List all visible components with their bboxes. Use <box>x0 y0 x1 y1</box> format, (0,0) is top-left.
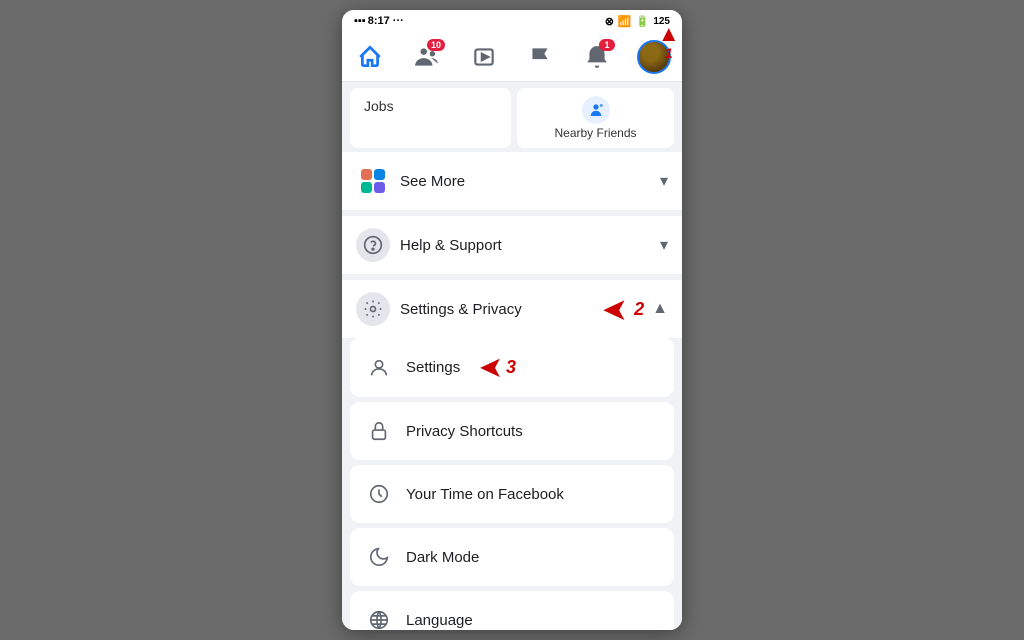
no-wifi-icon: ⊗ <box>605 15 614 28</box>
jobs-label: Jobs <box>364 98 394 114</box>
globe-icon <box>368 609 390 630</box>
privacy-shortcuts-icon <box>364 416 394 446</box>
jobs-menu-item[interactable]: Jobs <box>350 88 511 148</box>
gear-icon <box>363 299 383 319</box>
profile-nav-button[interactable]: ▲ 1 <box>634 37 674 77</box>
annotation-1-label: 1 <box>665 45 673 61</box>
signal-icon: ▪▪▪ <box>354 15 366 27</box>
nearby-friends-item[interactable]: Nearby Friends <box>517 88 674 148</box>
your-time-icon <box>364 479 394 509</box>
language-label: Language <box>406 612 473 629</box>
nearby-icon <box>587 101 605 119</box>
dark-mode-submenu-item[interactable]: Dark Mode <box>350 528 674 586</box>
settings-privacy-submenu: Settings ➤ 3 Privacy Shortcuts <box>342 338 682 630</box>
settings-privacy-menu-item[interactable]: Settings & Privacy ➤ 2 ▲ <box>342 280 682 338</box>
privacy-shortcuts-label: Privacy Shortcuts <box>406 423 523 440</box>
settings-privacy-label: Settings & Privacy <box>400 301 522 318</box>
lock-icon <box>368 420 390 442</box>
help-icon-container <box>356 228 390 262</box>
see-more-menu-item[interactable]: See More ▾ <box>342 152 682 210</box>
help-row-left: Help & Support <box>356 228 502 262</box>
flag-nav-button[interactable] <box>520 37 560 77</box>
settings-submenu-item[interactable]: Settings ➤ 3 <box>350 338 674 397</box>
home-nav-button[interactable] <box>350 37 390 77</box>
see-more-icon <box>359 167 387 195</box>
arrow3-icon: ➤ <box>480 352 502 383</box>
phone-frame: ▪▪▪ 8:17 ··· ⊗ 📶 🔋 125 10 <box>342 10 682 630</box>
status-left: ▪▪▪ 8:17 ··· <box>354 15 404 27</box>
your-time-label: Your Time on Facebook <box>406 486 564 503</box>
dark-mode-icon <box>364 542 394 572</box>
sp-row-left: Settings & Privacy <box>356 292 522 326</box>
groups-nav-button[interactable]: 10 <box>407 37 447 77</box>
sp-right-area: ➤ 2 ▲ <box>603 293 668 326</box>
content-area: Jobs Nearby Friends <box>342 82 682 630</box>
user-settings-icon <box>368 357 390 379</box>
watch-nav-button[interactable] <box>464 37 504 77</box>
nav-bar: 10 1 ▲ 1 <box>342 32 682 82</box>
arrow1-up-icon: ▲ <box>658 23 680 45</box>
help-support-menu-item[interactable]: Help & Support ▾ <box>342 216 682 274</box>
help-chevron: ▾ <box>660 235 668 255</box>
language-icon <box>364 605 394 630</box>
arrow2-icon: ➤ <box>603 293 626 326</box>
your-time-submenu-item[interactable]: Your Time on Facebook <box>350 465 674 523</box>
see-more-chevron: ▾ <box>660 171 668 191</box>
moon-icon <box>368 546 390 568</box>
nearby-friends-label: Nearby Friends <box>554 126 636 140</box>
status-bar: ▪▪▪ 8:17 ··· ⊗ 📶 🔋 125 <box>342 10 682 32</box>
bell-nav-button[interactable]: 1 <box>577 37 617 77</box>
settings-submenu-label: Settings <box>406 359 460 376</box>
sp-chevron: ▲ <box>652 300 668 318</box>
annotation-2-label: 2 <box>634 299 644 320</box>
annotation-3-label: 3 <box>506 357 516 378</box>
see-more-row-left: See More <box>356 164 465 198</box>
home-icon <box>357 44 383 70</box>
privacy-shortcuts-submenu-item[interactable]: Privacy Shortcuts <box>350 402 674 460</box>
arrow1-annotation: ▲ 1 <box>658 23 680 61</box>
watch-icon <box>471 44 497 70</box>
help-support-label: Help & Support <box>400 237 502 254</box>
clock-icon <box>368 483 390 505</box>
bell-badge: 1 <box>599 39 615 51</box>
language-submenu-item[interactable]: Language <box>350 591 674 630</box>
flag-icon <box>527 44 553 70</box>
arrow3-annotation: ➤ 3 <box>480 352 516 383</box>
top-section: Jobs Nearby Friends <box>342 82 682 152</box>
settings-submenu-icon <box>364 353 394 383</box>
groups-badge: 10 <box>427 39 445 51</box>
status-time: 8:17 ··· <box>368 15 404 27</box>
wifi-icon: 📶 <box>618 15 632 28</box>
see-more-icon-container <box>356 164 390 198</box>
help-icon <box>363 235 383 255</box>
gear-icon-container <box>356 292 390 326</box>
see-more-label: See More <box>400 173 465 190</box>
battery-icon: 🔋 <box>636 15 650 28</box>
nearby-friends-icon <box>582 96 610 124</box>
dark-mode-label: Dark Mode <box>406 549 479 566</box>
